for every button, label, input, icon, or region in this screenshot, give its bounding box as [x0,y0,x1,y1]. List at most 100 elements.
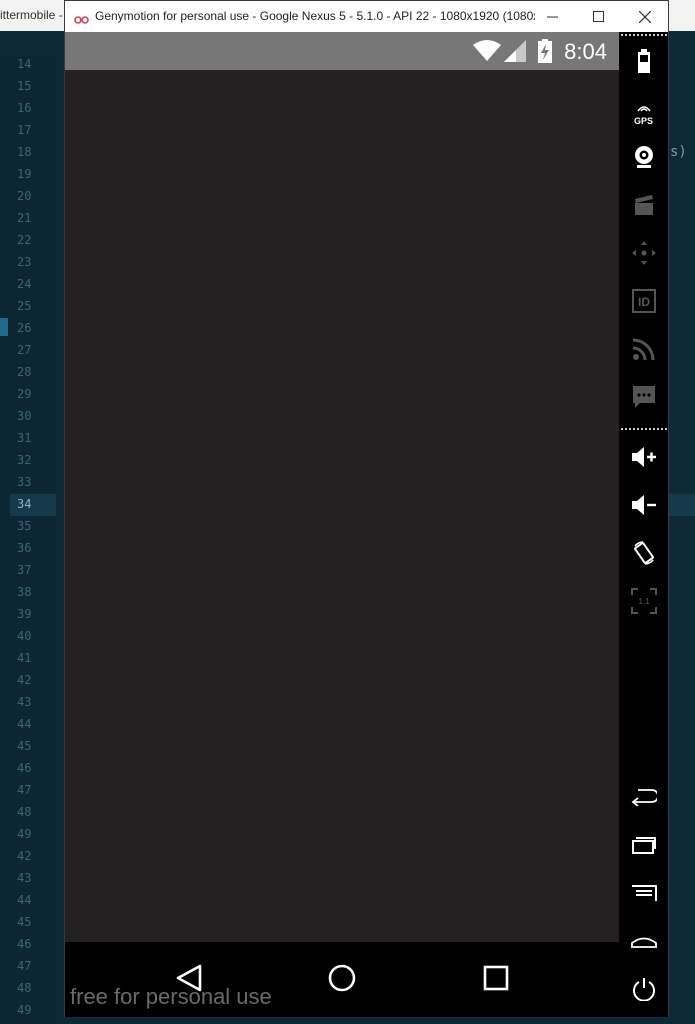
line-number: 23 [17,255,32,269]
line-number: 45 [17,739,32,753]
line-number: 45 [17,915,32,929]
line-number: 32 [17,453,32,467]
rotate-button[interactable] [619,535,668,575]
active-line-highlight-right [668,494,695,516]
line-number: 18 [17,145,32,159]
minimize-button[interactable] [529,1,575,32]
volume-down-button[interactable] [619,487,668,527]
battery-icon [637,49,651,77]
app-content-area[interactable] [65,70,619,942]
window-titlebar: Genymotion for personal use - Google Nex… [65,1,668,32]
back-icon [631,788,659,810]
line-number: 47 [17,783,32,797]
battery-charging-icon [537,39,553,67]
maximize-icon [592,11,604,22]
gps-label: GPS [633,115,653,126]
line-number: 43 [17,695,32,709]
cast-icon [632,338,655,364]
home-icon [630,933,657,953]
move-icon [631,241,656,269]
line-number: 34 [17,497,32,511]
line-number: 39 [17,607,32,621]
recents-icon [483,965,509,995]
line-number: 28 [17,365,32,379]
line-number: 46 [17,937,32,951]
nav-home-button[interactable] [322,962,362,998]
scale-label: 1:1 [638,597,650,606]
toolbar-recents-button[interactable] [619,827,668,867]
close-button[interactable] [622,1,668,32]
line-number: 33 [17,475,32,489]
close-icon [639,10,651,23]
watermark-text: free for personal use [70,984,272,1009]
line-number: 19 [17,167,32,181]
gps-widget-button[interactable]: GPS [619,91,668,131]
minimize-icon [546,11,558,22]
gutter-marker [0,318,8,336]
line-number: 42 [17,849,32,863]
webcam-icon [633,145,655,173]
gps-icon [636,97,652,116]
menu-icon [631,884,657,906]
editor-tab-label[interactable]: ittermobile - [0,8,63,22]
volume-up-button[interactable] [619,439,668,479]
toolbar-separator [621,428,667,430]
code-fragment: s) [670,144,687,160]
volume-down-icon [631,494,657,520]
line-number: 30 [17,409,32,423]
line-number: 35 [17,519,32,533]
line-number: 21 [17,211,32,225]
cast-widget-button [619,331,668,371]
line-number: 46 [17,761,32,775]
line-number: 16 [17,101,32,115]
video-capture-icon [633,194,655,220]
recents-icon [631,835,657,859]
pixel-perfect-button: 1:1 [619,583,668,623]
move-widget-button [619,235,668,275]
svg-text:ID: ID [638,295,650,309]
line-number: 43 [17,871,32,885]
line-number: 47 [17,959,32,973]
line-number: 40 [17,629,32,643]
genymotion-toolbar: GPS ID 1:1 [619,32,668,1017]
line-number: 22 [17,233,32,247]
toolbar-home-button[interactable] [619,923,668,963]
line-number: 37 [17,563,32,577]
line-number: 27 [17,343,32,357]
window-title: Genymotion for personal use - Google Nex… [95,9,535,23]
line-number: 25 [17,299,32,313]
line-number: 49 [17,1003,32,1017]
maximize-button[interactable] [575,1,621,32]
line-number: 24 [17,277,32,291]
power-icon [632,977,656,1005]
rotate-icon [631,540,657,570]
android-status-bar: 8:04 [65,32,619,70]
line-number: 44 [17,893,32,907]
webcam-widget-button[interactable] [619,139,668,179]
home-icon [327,963,357,997]
wifi-icon [472,39,502,67]
line-number: 17 [17,123,32,137]
line-number: 36 [17,541,32,555]
line-number: 26 [17,321,32,335]
status-time: 8:04 [564,39,607,64]
pixel-perfect-icon: 1:1 [630,588,657,618]
line-number: 49 [17,827,32,841]
line-number: 15 [17,79,32,93]
line-number: 41 [17,651,32,665]
battery-widget-button[interactable] [619,43,668,83]
line-number: 31 [17,431,32,445]
line-number: 48 [17,981,32,995]
line-number: 20 [17,189,32,203]
android-nav-bar: free for personal use [65,942,619,1017]
toolbar-back-button[interactable] [619,779,668,819]
device-screen: 8:04 [65,32,619,942]
line-number: 42 [17,673,32,687]
sms-icon [632,385,656,413]
sms-widget-button [619,379,668,419]
line-number: 48 [17,805,32,819]
signal-icon [504,40,526,66]
nav-recents-button[interactable] [476,962,516,998]
toolbar-menu-button[interactable] [619,875,668,915]
power-button[interactable] [619,971,668,1011]
